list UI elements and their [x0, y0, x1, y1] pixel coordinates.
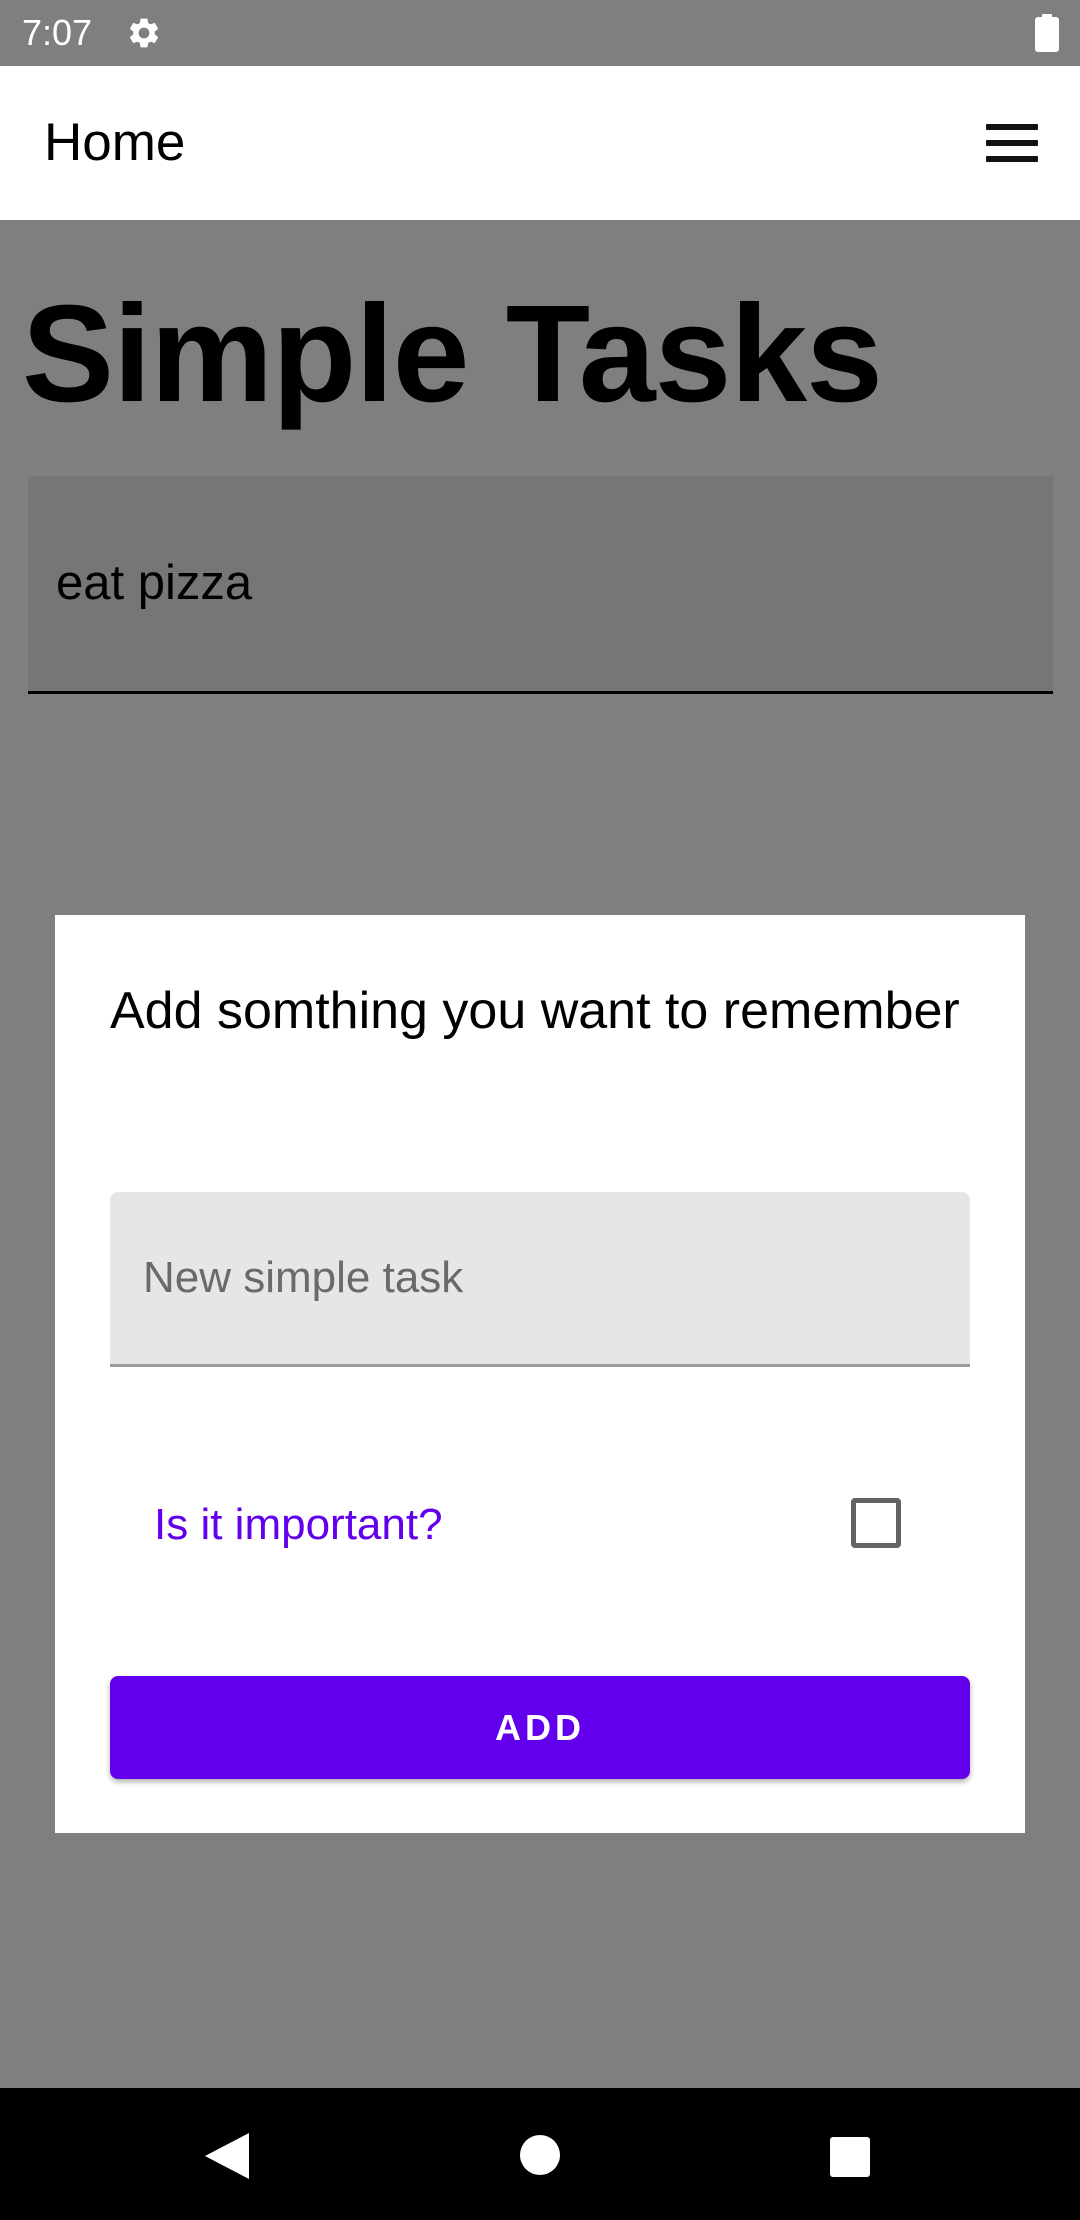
important-checkbox[interactable] [851, 1498, 901, 1548]
battery-icon [1035, 14, 1059, 52]
main-content: Simple Tasks eat pizza Add somthing you … [0, 220, 1080, 2088]
hamburger-menu-icon[interactable] [972, 112, 1052, 174]
new-task-field [110, 1192, 970, 1367]
home-icon[interactable] [520, 2135, 560, 2175]
add-task-dialog: Add somthing you want to remember Is it … [55, 915, 1025, 1833]
status-bar: 7:07 [0, 0, 1080, 66]
app-title: Home [44, 113, 186, 172]
important-label: Is it important? [154, 1500, 443, 1549]
back-icon[interactable] [205, 2133, 249, 2179]
new-task-input[interactable] [110, 1192, 970, 1364]
task-list-item[interactable]: eat pizza [28, 476, 1053, 694]
app-bar: Home [0, 66, 1080, 220]
important-toggle-row[interactable]: Is it important? [110, 1470, 970, 1580]
add-button[interactable]: ADD [110, 1676, 970, 1779]
recents-icon[interactable] [830, 2137, 870, 2177]
gear-icon [129, 18, 159, 48]
system-nav-bar [0, 2088, 1080, 2220]
dialog-title: Add somthing you want to remember [110, 982, 960, 1040]
status-time: 7:07 [22, 12, 93, 53]
page-heading: Simple Tasks [22, 277, 883, 431]
task-text: eat pizza [56, 556, 253, 610]
